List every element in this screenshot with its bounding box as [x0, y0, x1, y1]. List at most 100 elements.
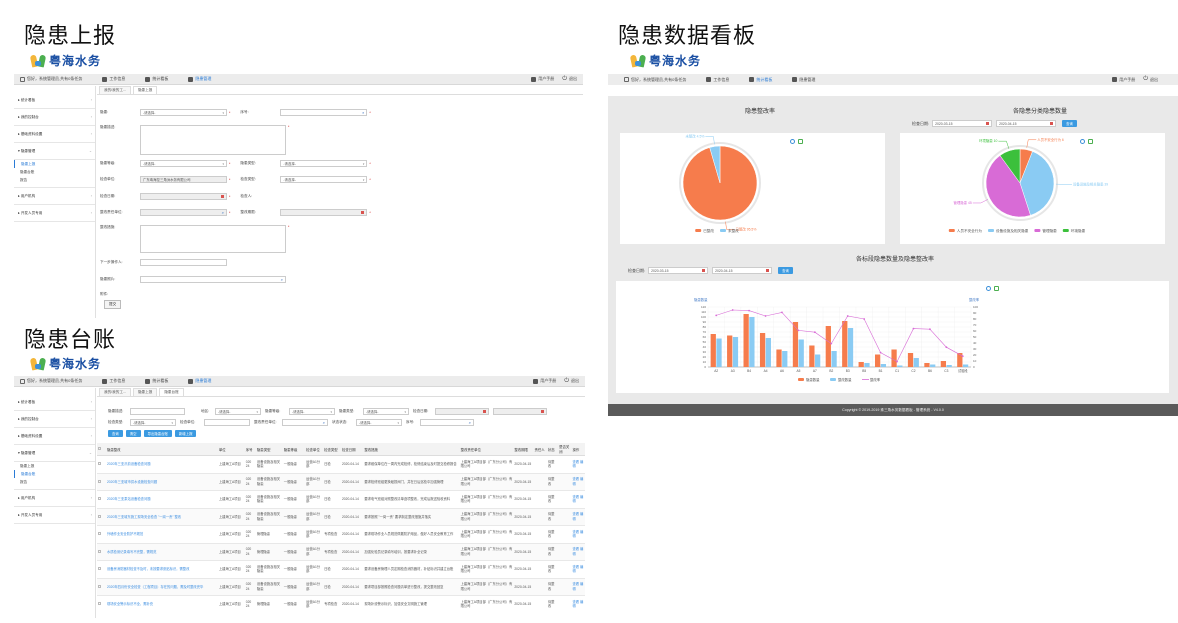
nav-work-info[interactable]: 工作信息: [706, 77, 729, 83]
nav-dashboard[interactable]: 统计看板: [749, 77, 772, 83]
cell-title[interactable]: 2020年四月份安全检查（工程项目）存在的问题，需及时整改完毕: [105, 578, 218, 596]
filter-level-select[interactable]: -请选择- ▾: [289, 408, 335, 415]
cell-op[interactable]: 查看 编辑: [571, 560, 585, 579]
refresh-icon[interactable]: [1080, 139, 1085, 144]
sidebar-sub-doc[interactable]: 报告: [14, 176, 95, 184]
user-manual-link[interactable]: 用户手册: [533, 378, 556, 384]
category-query-button[interactable]: 查询: [1062, 120, 1077, 127]
nav-work-info[interactable]: 工作信息: [102, 378, 125, 384]
level-select[interactable]: -请选择- ▾: [140, 160, 227, 167]
table-row[interactable]: 2020年三亚城市供水设施检查问题 上建海工A项目 020 24 设备设施及相关隐患一…: [97, 473, 585, 491]
sidebar-item-stats[interactable]: ▸ 统计看板 ›: [14, 92, 95, 109]
cell-title[interactable]: 外墙作业安全防护不规范: [105, 525, 218, 544]
logout-button[interactable]: ⏻ 退出: [1143, 76, 1158, 83]
cell-op[interactable]: 查看 编辑: [571, 455, 585, 474]
nav-work-info[interactable]: 工作信息: [102, 76, 125, 82]
date-input[interactable]: [140, 193, 227, 200]
col-status[interactable]: 状态: [546, 443, 559, 456]
row-checkbox[interactable]: [98, 462, 101, 466]
query-button[interactable]: 查询: [108, 430, 123, 437]
col-title[interactable]: 隐患整改: [105, 443, 218, 456]
sidebar-item-hazard[interactable]: ▾ 隐患管理 ⌄: [14, 445, 95, 462]
col-dept[interactable]: 检查单位: [305, 443, 324, 456]
download-icon[interactable]: [798, 139, 803, 144]
sidebar-item-hazard[interactable]: ▾ 隐患管理 ⌄: [14, 143, 95, 160]
sidebar-item-console[interactable]: ▸ 我的控制台 ›: [14, 109, 95, 126]
col-no[interactable]: 序号: [244, 443, 256, 456]
measure-textarea[interactable]: [140, 225, 286, 253]
category-date-to[interactable]: 2020-04-15: [996, 120, 1057, 127]
row-checkbox[interactable]: [98, 514, 101, 518]
sidebar-item-org[interactable]: ▸ 用户机构 ›: [14, 188, 95, 205]
sidebar-sub-report[interactable]: 隐患上报: [14, 160, 95, 168]
cell-op[interactable]: 查看 编辑: [571, 525, 585, 544]
row-checkbox[interactable]: [98, 549, 101, 553]
deadline-input[interactable]: [280, 209, 368, 216]
filter-type-select[interactable]: -请选择- ▾: [363, 408, 409, 415]
tab-report[interactable]: 隐患上报: [132, 86, 158, 94]
col-resp[interactable]: 整改责任单位: [459, 443, 514, 456]
submit-button[interactable]: 提交: [104, 300, 122, 309]
row-checkbox[interactable]: [98, 567, 101, 571]
tab-my-work[interactable]: 我的/我的工...: [99, 388, 131, 396]
table-row[interactable]: 2020年三亚城东施工现场安全检查 "一岗一责" 整改 上建海工A项目 020 24…: [97, 508, 585, 526]
dept-date-from[interactable]: 2020-03-15: [648, 267, 709, 274]
user-manual-link[interactable]: 用户手册: [531, 76, 554, 82]
filter-check-type-select[interactable]: -请选择- ▾: [130, 419, 176, 426]
export-ledger-button[interactable]: 导出隐患台账: [143, 430, 172, 437]
col-who[interactable]: 责任人: [533, 443, 547, 456]
table-row[interactable]: 水质检测记录填写不完整，需规范 上建海工A项目 020 24 管理隐患 一般隐患 运营A1…: [97, 543, 585, 561]
tab-report[interactable]: 隐患上报: [132, 388, 158, 396]
refresh-icon[interactable]: [790, 139, 795, 144]
select-all-checkbox[interactable]: [98, 447, 101, 450]
col-type[interactable]: 隐患类型: [255, 443, 283, 456]
row-checkbox[interactable]: [98, 497, 101, 501]
cell-op[interactable]: 查看 编辑: [571, 490, 585, 509]
filter-number-input[interactable]: ⌕: [420, 419, 474, 426]
new-report-button[interactable]: 新增上报: [174, 430, 197, 437]
row-checkbox[interactable]: [98, 584, 101, 588]
table-row[interactable]: 2020年三亚泵站设备检查问题 上建海工A项目 020 24 设备设施及相关隐患 一般隐…: [97, 490, 585, 509]
table-row[interactable]: 2020年三亚汛前设备检查问题 上建海工A项目 020 24 设备设施及相关隐患 一般隐…: [97, 455, 585, 474]
user-manual-link[interactable]: 用户手册: [1112, 77, 1135, 83]
nav-hazard-mgmt[interactable]: 隐患管理: [188, 378, 211, 384]
logout-button[interactable]: ⏻ 退出: [564, 378, 579, 385]
filter-dept-input[interactable]: [204, 419, 250, 426]
sidebar-item-console[interactable]: ▸ 我的控制台 ›: [14, 411, 95, 428]
col-date[interactable]: 检查日期: [340, 443, 364, 456]
table-row[interactable]: 外墙作业安全防护不规范 上建海工A项目 020 24 管理隐患 一般隐患 运营A1分部 专项…: [97, 525, 585, 544]
cell-op[interactable]: 查看 编辑: [571, 473, 585, 491]
cell-title[interactable]: 2020年三亚城东施工现场安全检查 "一岗一责" 整改: [105, 508, 218, 526]
nav-hazard-mgmt[interactable]: 隐患管理: [792, 77, 815, 83]
number-input[interactable]: ⌕: [280, 109, 368, 116]
row-checkbox[interactable]: [98, 479, 101, 483]
download-icon[interactable]: [994, 286, 999, 291]
row-checkbox[interactable]: [98, 602, 101, 606]
cell-title[interactable]: 水质检测记录填写不完整，需规范: [105, 543, 218, 561]
next-operator-input[interactable]: [140, 259, 227, 266]
resp-unit-input[interactable]: ⌕: [140, 209, 227, 216]
nav-dashboard[interactable]: 统计看板: [145, 378, 168, 384]
col-measure[interactable]: 整改措施: [363, 443, 460, 456]
category-select[interactable]: -请选择- ▾: [140, 109, 227, 116]
cell-op[interactable]: 查看 编辑: [571, 595, 585, 608]
cell-title[interactable]: 2020年三亚汛前设备检查问题: [105, 455, 218, 474]
refresh-icon[interactable]: [986, 286, 991, 291]
nav-dashboard[interactable]: 统计看板: [145, 76, 168, 82]
filter-date-from[interactable]: [435, 408, 489, 415]
sidebar-item-dev[interactable]: ▸ 开发人员专用 ›: [14, 205, 95, 222]
sidebar-sub-doc[interactable]: 报告: [14, 478, 95, 486]
tab-my-work[interactable]: 我的/我的工...: [99, 86, 131, 94]
sidebar-sub-ledger[interactable]: 隐患台账: [14, 470, 95, 478]
nav-hazard-mgmt[interactable]: 隐患管理: [188, 76, 211, 82]
cell-title[interactable]: 2020年三亚城市供水设施检查问题: [105, 473, 218, 491]
table-row[interactable]: 2020年四月份安全检查（工程项目）存在的问题，需及时整改完毕 上建海工A项目 02…: [97, 578, 585, 596]
photo-input[interactable]: ⌕: [140, 276, 286, 283]
cell-title[interactable]: 设备房消防器材检查不及时，未按要求张贴标识，需整改: [105, 560, 218, 579]
check-type-select[interactable]: -请选择- ▾: [280, 176, 368, 183]
col-closed[interactable]: 是否关闭: [558, 443, 572, 456]
unit-input[interactable]: 广东粤海控三角洲水务有限公司: [140, 176, 227, 183]
dept-date-to[interactable]: 2020-04-15: [712, 267, 773, 274]
dept-query-button[interactable]: 查询: [778, 267, 793, 274]
download-icon[interactable]: [1088, 139, 1093, 144]
